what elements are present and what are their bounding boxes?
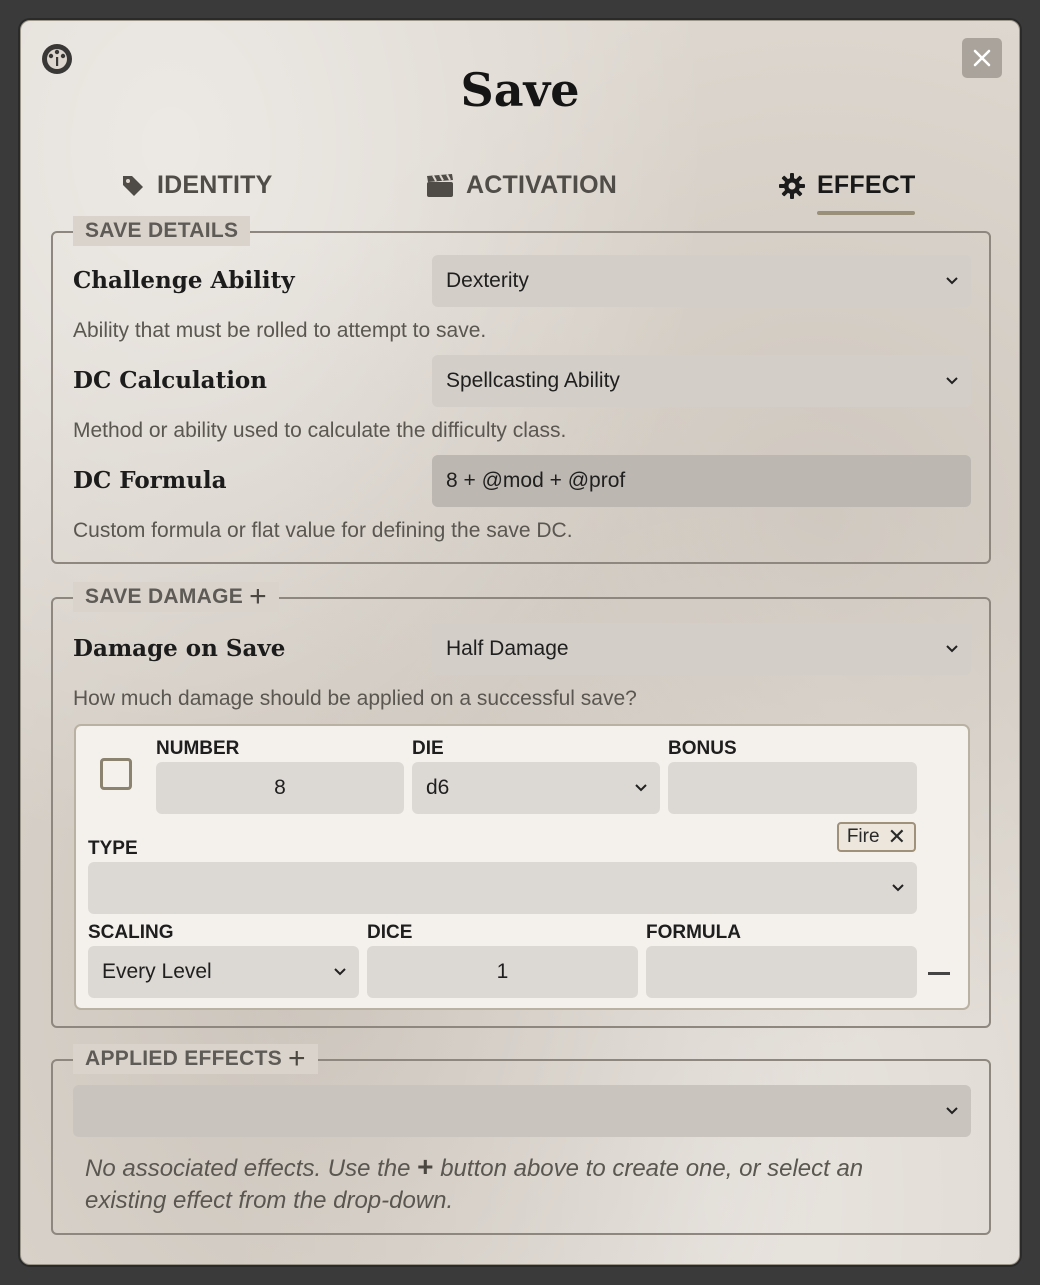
applied-effects-select[interactable] xyxy=(73,1085,971,1137)
damage-on-save-value: Half Damage xyxy=(446,637,569,660)
save-damage-legend: SAVE DAMAGE + xyxy=(73,582,279,612)
formula-label: FORMULA xyxy=(646,922,741,943)
save-details-legend: SAVE DETAILS xyxy=(73,216,251,246)
type-label: TYPE xyxy=(88,838,138,859)
chevron-down-icon xyxy=(635,784,647,792)
dice-label: DICE xyxy=(367,922,413,943)
tab-activation[interactable]: ACTIVATION xyxy=(426,171,617,200)
scaling-select[interactable]: Every Level xyxy=(88,946,359,998)
dice-input[interactable]: 1 xyxy=(367,946,638,998)
number-value: 8 xyxy=(274,776,286,799)
challenge-ability-hint: Ability that must be rolled to attempt t… xyxy=(73,319,487,342)
dc-calculation-select[interactable]: Spellcasting Ability xyxy=(432,355,971,407)
notice-text-before: No associated effects. Use the xyxy=(85,1155,411,1182)
tab-activation-label: ACTIVATION xyxy=(466,171,618,199)
tab-identity-label: IDENTITY xyxy=(157,171,273,199)
number-input[interactable]: 8 xyxy=(156,762,404,814)
die-label: DIE xyxy=(412,738,444,759)
dc-formula-value: 8 + @mod + @prof xyxy=(446,469,626,492)
tab-bar: IDENTITY ACTIVATION EFFECT xyxy=(21,171,1019,217)
damage-type-tag: Fire ✕ xyxy=(836,822,916,852)
damage-on-save-hint: How much damage should be applied on a s… xyxy=(73,687,637,710)
save-activity-dialog: Save IDENTITY ACTIVATION EFFECT SAVE DET… xyxy=(20,20,1020,1265)
challenge-ability-value: Dexterity xyxy=(446,269,529,292)
scaling-value: Every Level xyxy=(102,960,212,983)
bonus-input[interactable] xyxy=(668,762,917,814)
chevron-down-icon xyxy=(946,1107,958,1115)
formula-input[interactable] xyxy=(646,946,917,998)
dc-calculation-hint: Method or ability used to calculate the … xyxy=(73,419,567,442)
dc-formula-hint: Custom formula or flat value for definin… xyxy=(73,519,573,542)
clapperboard-icon xyxy=(427,173,453,197)
save-damage-section: SAVE DAMAGE + Damage on Save Half Damage… xyxy=(51,582,991,1028)
save-details-section: SAVE DETAILS Challenge Ability Dexterity… xyxy=(51,216,991,564)
save-damage-legend-text: SAVE DAMAGE xyxy=(85,585,244,608)
remove-tag-icon[interactable]: ✕ xyxy=(888,826,906,848)
dc-calculation-label: DC Calculation xyxy=(73,367,267,394)
plus-icon: + xyxy=(417,1151,434,1182)
add-effect-button[interactable]: + xyxy=(288,1044,306,1074)
active-tab-indicator xyxy=(817,211,916,215)
applied-effects-section: APPLIED EFFECTS + No associated effects.… xyxy=(51,1044,991,1235)
gear-icon xyxy=(779,172,805,199)
tab-effect-label: EFFECT xyxy=(817,171,916,199)
challenge-ability-select[interactable]: Dexterity xyxy=(432,255,971,307)
tag-icon xyxy=(123,175,143,196)
dc-formula-label: DC Formula xyxy=(73,467,227,494)
chevron-down-icon xyxy=(946,377,958,385)
applied-effects-legend: APPLIED EFFECTS + xyxy=(73,1044,318,1074)
chevron-down-icon xyxy=(946,645,958,653)
chevron-down-icon xyxy=(946,277,958,285)
dc-calculation-value: Spellcasting Ability xyxy=(446,369,620,392)
die-select[interactable]: d6 xyxy=(412,762,660,814)
damage-on-save-label: Damage on Save xyxy=(73,635,286,662)
damage-part-checkbox[interactable] xyxy=(100,758,132,790)
damage-type-tag-label: Fire xyxy=(846,826,880,847)
scaling-label: SCALING xyxy=(88,922,174,943)
number-label: NUMBER xyxy=(156,738,240,759)
damage-part-card: NUMBER 8 DIE d6 BONUS Fire ✕ TYPE SCALIN… xyxy=(74,724,970,1010)
add-damage-part-button[interactable]: + xyxy=(249,582,267,612)
chevron-down-icon xyxy=(334,968,346,976)
applied-effects-legend-text: APPLIED EFFECTS xyxy=(85,1047,283,1070)
dice-value: 1 xyxy=(496,960,509,983)
save-details-legend-text: SAVE DETAILS xyxy=(85,219,239,242)
damage-on-save-select[interactable]: Half Damage xyxy=(432,623,971,675)
tab-effect[interactable]: EFFECT xyxy=(779,171,916,215)
tab-identity[interactable]: IDENTITY xyxy=(121,171,273,200)
remove-damage-part-button[interactable] xyxy=(928,972,950,975)
bonus-label: BONUS xyxy=(668,738,737,759)
dialog-title: Save xyxy=(460,63,580,117)
no-effects-notice: No associated effects. Use the + button … xyxy=(85,1151,945,1217)
die-value: d6 xyxy=(426,776,450,799)
challenge-ability-label: Challenge Ability xyxy=(73,267,295,294)
dc-formula-input[interactable]: 8 + @mod + @prof xyxy=(432,455,971,507)
damage-type-select[interactable] xyxy=(88,862,917,914)
chevron-down-icon xyxy=(892,884,904,892)
